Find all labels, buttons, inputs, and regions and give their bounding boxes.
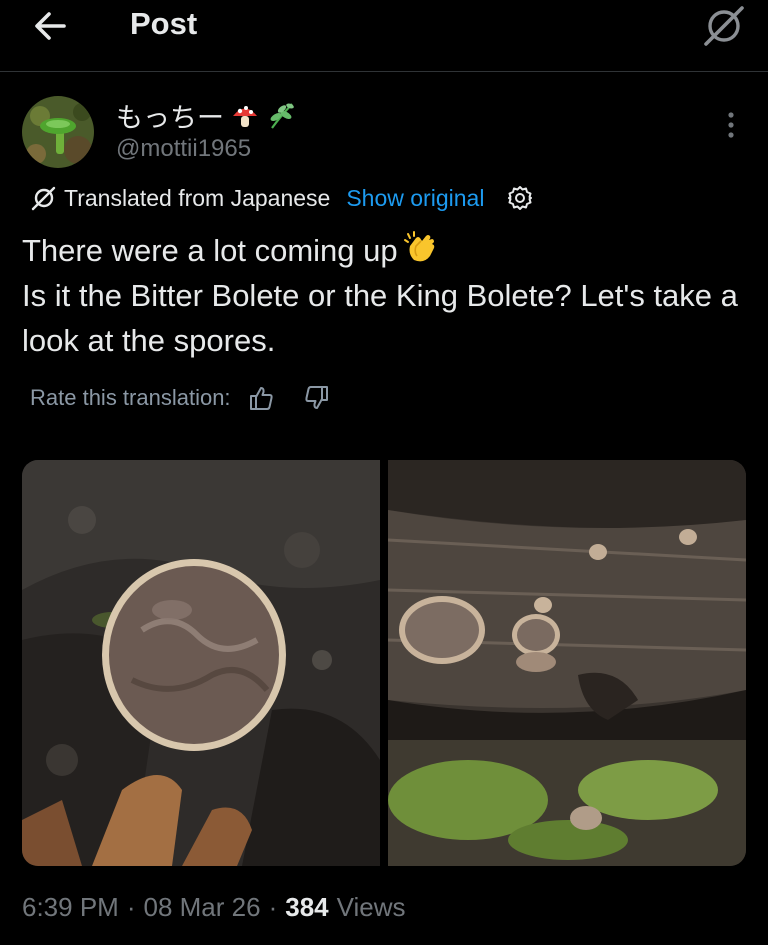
author-name[interactable]: もっちー: [116, 96, 296, 135]
thumbs-up-icon[interactable]: [247, 384, 275, 412]
views-label: Views: [336, 892, 406, 922]
more-options-icon[interactable]: [716, 108, 746, 142]
rate-translation: Rate this translation:: [30, 380, 331, 416]
display-name-text: もっちー: [116, 103, 224, 134]
post-line-1: There were a lot coming up: [22, 228, 752, 273]
translated-label: Translated from Japanese: [64, 184, 331, 211]
page-title: Post: [130, 6, 198, 41]
show-original-link[interactable]: Show original: [346, 185, 484, 212]
avatar[interactable]: [22, 96, 94, 168]
meta-separator-1: ·: [126, 892, 136, 922]
rate-label: Rate this translation:: [30, 385, 231, 410]
grok-icon[interactable]: [700, 4, 746, 46]
mushroom-emoji-icon: [233, 105, 257, 127]
clapping-hands-emoji-icon: [403, 231, 434, 262]
meta-separator-2: ·: [268, 892, 278, 922]
post-line-1-text: There were a lot coming up: [22, 233, 398, 268]
author-handle[interactable]: @mottii1965: [116, 135, 251, 163]
post-meta: 6:39 PM · 08 Mar 26 · 384 Views: [22, 892, 406, 923]
photo-1[interactable]: [22, 460, 380, 866]
top-bar: Post: [0, 0, 768, 72]
media-grid: [22, 460, 746, 866]
translate-grok-icon: [31, 186, 56, 211]
gear-icon[interactable]: [506, 184, 534, 212]
post-time[interactable]: 6:39 PM: [22, 892, 119, 923]
translation-row: Translated from Japanese Show original: [30, 181, 534, 215]
photo-2[interactable]: [388, 460, 746, 866]
post-line-2: Is it the Bitter Bolete or the King Bole…: [22, 278, 738, 358]
views-count: 384: [285, 892, 329, 922]
post-date[interactable]: 08 Mar 26: [144, 892, 261, 923]
post-text: There were a lot coming up Is it the Bit…: [22, 228, 752, 363]
thumbs-down-icon[interactable]: [303, 384, 331, 412]
herb-emoji-icon: [270, 102, 294, 129]
arrow-left-icon[interactable]: [30, 8, 72, 44]
